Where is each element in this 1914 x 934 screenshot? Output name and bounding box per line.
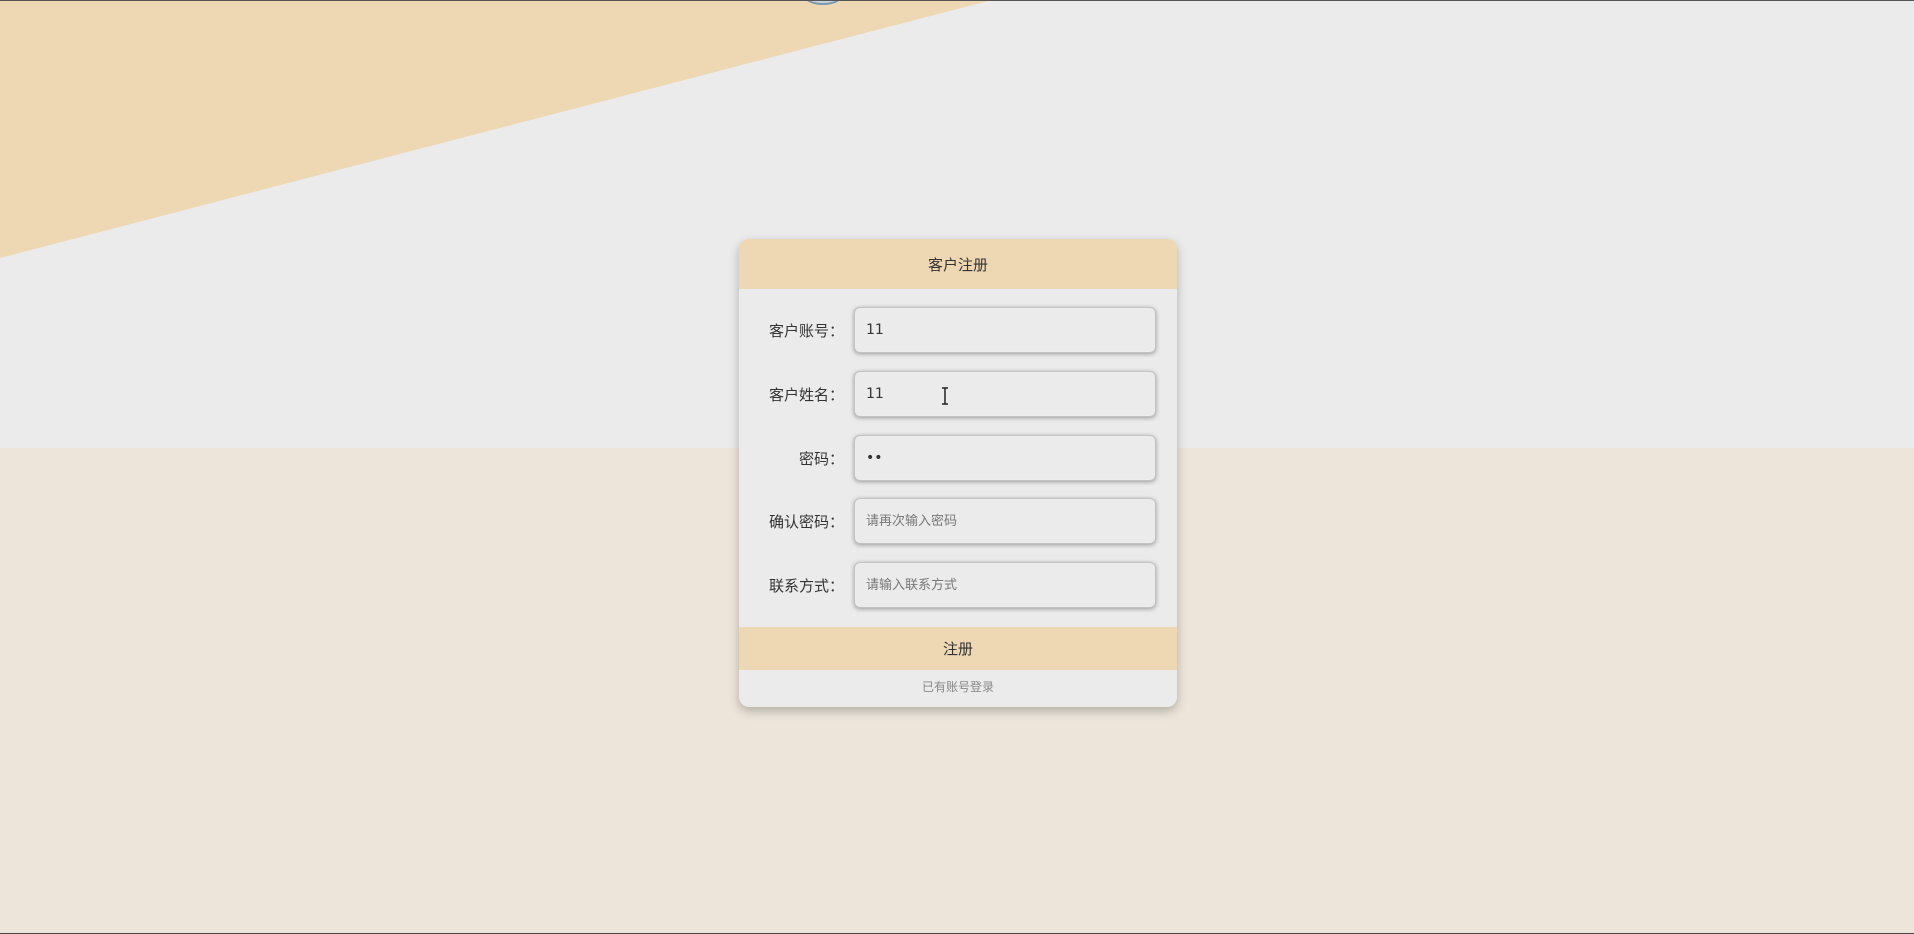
text-cursor-icon — [942, 387, 948, 405]
account-input[interactable] — [854, 307, 1156, 353]
name-input[interactable] — [854, 371, 1156, 417]
contact-input[interactable] — [854, 562, 1156, 608]
register-card: 客户注册 客户账号： 客户姓名： 密码： 确认密码： 联系方式： 注册 已有账号… — [739, 239, 1177, 707]
password-label: 密码： — [798, 449, 844, 468]
confirm-password-label: 确认密码： — [768, 512, 844, 531]
name-label: 客户姓名： — [768, 385, 844, 404]
password-input[interactable] — [854, 435, 1156, 481]
contact-row: 联系方式： — [739, 562, 1177, 608]
name-row: 客户姓名： — [739, 371, 1177, 417]
register-title: 客户注册 — [739, 239, 1177, 289]
page: 客户注册 客户账号： 客户姓名： 密码： 确认密码： 联系方式： 注册 已有账号… — [0, 0, 1914, 934]
register-button[interactable]: 注册 — [739, 627, 1177, 670]
confirm-password-row: 确认密码： — [739, 498, 1177, 544]
contact-label: 联系方式： — [768, 576, 844, 595]
confirm-password-input[interactable] — [854, 498, 1156, 544]
password-row: 密码： — [739, 435, 1177, 481]
login-link[interactable]: 已有账号登录 — [739, 678, 1177, 695]
account-label: 客户账号： — [768, 321, 844, 340]
account-row: 客户账号： — [739, 307, 1177, 353]
